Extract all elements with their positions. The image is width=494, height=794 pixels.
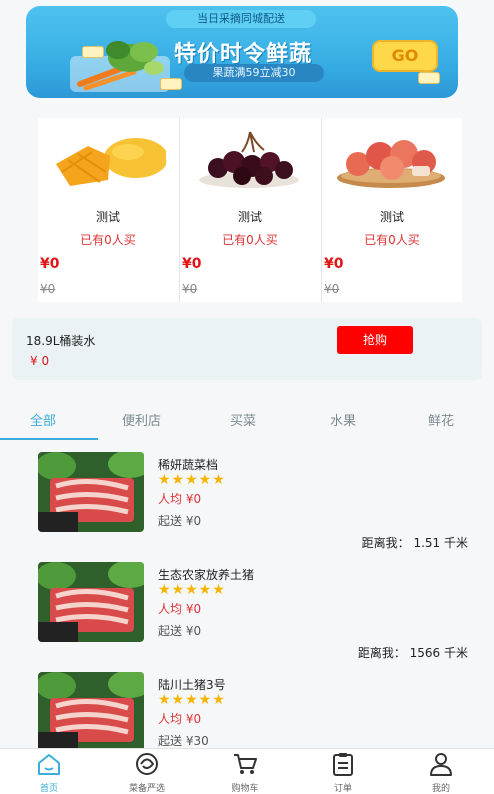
min-delivery: 起送 ¥0 bbox=[158, 514, 202, 528]
store-thumbnail bbox=[38, 672, 144, 752]
store-name: 稀妍蔬菜档 bbox=[158, 458, 219, 472]
store-name: 生态农家放养土猪 bbox=[158, 568, 255, 582]
rating-stars: ★★★★★ bbox=[158, 472, 226, 488]
banner-go-button[interactable]: GO bbox=[372, 40, 438, 72]
product-buyers: 已有0人买 bbox=[80, 233, 136, 247]
vegetables-illustration bbox=[70, 41, 170, 92]
product-price: ¥0 bbox=[324, 256, 344, 272]
tab-all[interactable]: 全部 bbox=[30, 410, 56, 429]
featured-products: 测试 已有0人买 ¥0 ¥0 测试 已有0人买 ¥0 ¥0 测试 已有0人买 ¥… bbox=[38, 118, 462, 302]
coupon-decoration bbox=[160, 78, 182, 90]
product-original-price: ¥0 bbox=[40, 282, 56, 296]
product-card[interactable]: 测试 已有0人买 ¥0 ¥0 bbox=[180, 118, 320, 302]
product-original-price: ¥0 bbox=[182, 282, 198, 296]
banner-tag: 当日采摘同城配送 bbox=[166, 10, 316, 28]
cherries-image bbox=[199, 131, 299, 188]
list-item[interactable]: 稀妍蔬菜档 ★★★★★ 人均 ¥0 起送 ¥0 距离我： 1.51 千米 bbox=[0, 452, 494, 560]
tab-flowers[interactable]: 鲜花 bbox=[428, 410, 454, 429]
coupon-decoration bbox=[82, 46, 104, 58]
coupon-decoration bbox=[418, 72, 440, 84]
home-icon bbox=[38, 754, 60, 775]
cart-icon bbox=[234, 754, 257, 774]
user-icon bbox=[430, 753, 452, 776]
active-tab-indicator bbox=[0, 438, 98, 440]
product-price: ¥0 bbox=[40, 256, 60, 272]
flash-sale-card[interactable]: 18.9L桶装水 ¥ 0 抢购 bbox=[12, 318, 482, 380]
distance: 距离我： 1.51 千米 bbox=[361, 536, 468, 550]
distance: 距离我： 1566 千米 bbox=[357, 646, 468, 660]
avg-price: 人均 ¥0 bbox=[158, 712, 202, 726]
snap-up-button[interactable]: 抢购 bbox=[337, 326, 413, 354]
bottom-navigation: 首页 菜备严选 购物车 订单 我的 bbox=[0, 748, 494, 794]
product-name: 测试 bbox=[95, 210, 120, 224]
avg-price: 人均 ¥0 bbox=[158, 602, 202, 616]
nav-label: 我的 bbox=[431, 784, 450, 794]
product-price: ¥0 bbox=[182, 256, 202, 272]
nav-label: 订单 bbox=[333, 784, 352, 794]
nav-home[interactable]: 首页 bbox=[0, 749, 98, 794]
product-name: 测试 bbox=[237, 210, 262, 224]
store-name: 陆川土猪3号 bbox=[158, 678, 226, 692]
order-icon bbox=[333, 753, 353, 776]
min-delivery: 起送 ¥0 bbox=[158, 624, 202, 638]
min-delivery: 起送 ¥30 bbox=[158, 734, 209, 748]
rating-stars: ★★★★★ bbox=[158, 582, 226, 598]
nav-profile[interactable]: 我的 bbox=[392, 749, 490, 794]
promo-banner[interactable]: 当日采摘同城配送 特价时令鲜蔬 果蔬满59立减30 GO bbox=[26, 6, 458, 98]
category-tabs: 全部 便利店 买菜 水果 鲜花 bbox=[0, 404, 494, 440]
tab-convenience-store[interactable]: 便利店 bbox=[122, 410, 161, 429]
nav-label: 首页 bbox=[39, 784, 58, 794]
flash-sale-price: ¥ 0 bbox=[30, 354, 50, 368]
tab-groceries[interactable]: 买菜 bbox=[230, 410, 256, 429]
product-card[interactable]: 测试 已有0人买 ¥0 ¥0 bbox=[38, 118, 178, 302]
flash-sale-name: 18.9L桶装水 bbox=[26, 334, 96, 348]
product-name: 测试 bbox=[379, 210, 404, 224]
nav-label: 菜备严选 bbox=[128, 784, 165, 794]
banner-subtitle: 果蔬满59立减30 bbox=[184, 64, 324, 82]
avg-price: 人均 ¥0 bbox=[158, 492, 202, 506]
product-card[interactable]: 测试 已有0人买 ¥0 ¥0 bbox=[322, 118, 462, 302]
nav-orders[interactable]: 订单 bbox=[294, 749, 392, 794]
list-item[interactable]: 生态农家放养土猪 ★★★★★ 人均 ¥0 起送 ¥0 距离我： 1566 千米 bbox=[0, 562, 494, 670]
nav-cart[interactable]: 购物车 bbox=[196, 749, 294, 794]
nav-label: 购物车 bbox=[231, 784, 259, 794]
mango-image bbox=[56, 138, 166, 186]
product-buyers: 已有0人买 bbox=[364, 233, 420, 247]
selection-icon bbox=[136, 753, 158, 775]
store-thumbnail bbox=[38, 452, 144, 532]
product-buyers: 已有0人买 bbox=[222, 233, 278, 247]
product-original-price: ¥0 bbox=[324, 282, 340, 296]
tab-fruit[interactable]: 水果 bbox=[330, 410, 356, 429]
rating-stars: ★★★★★ bbox=[158, 692, 226, 708]
apples-image bbox=[337, 140, 445, 188]
store-thumbnail bbox=[38, 562, 144, 642]
nav-selection[interactable]: 菜备严选 bbox=[98, 749, 196, 794]
